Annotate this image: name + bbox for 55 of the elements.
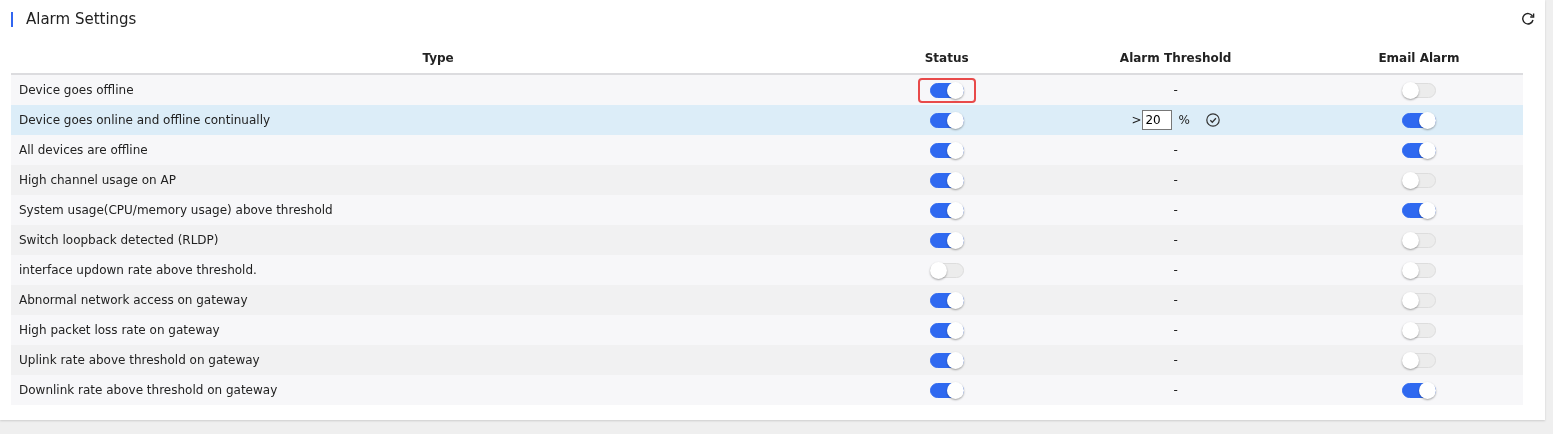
table-row[interactable]: Downlink rate above threshold on gateway - xyxy=(11,375,1523,405)
alarm-type: High packet loss rate on gateway xyxy=(19,323,220,337)
threshold-text: - xyxy=(1173,293,1178,307)
table-row[interactable]: All devices are offline - xyxy=(11,135,1523,165)
threshold-text: - xyxy=(1173,383,1178,397)
column-header: Status xyxy=(924,50,969,65)
threshold-text: - xyxy=(1173,173,1178,187)
alarm-type: All devices are offline xyxy=(19,143,148,157)
threshold-text: - xyxy=(1173,233,1178,247)
alarm-type: Device goes offline xyxy=(19,83,134,97)
unit-label: % xyxy=(1178,113,1190,127)
alarm-type: System usage(CPU/memory usage) above threshold xyxy=(19,203,333,217)
threshold-text: - xyxy=(1173,83,1178,97)
table-row[interactable]: Abnormal network access on gateway - xyxy=(11,285,1523,315)
table-row[interactable]: Device goes online and offline continually > 20 % xyxy=(11,105,1523,135)
column-header: Type xyxy=(422,50,454,65)
table-row[interactable]: System usage(CPU/memory usage) above threshold - xyxy=(11,195,1523,225)
threshold-text: - xyxy=(1173,323,1178,337)
toggle-switch[interactable] xyxy=(929,382,964,398)
confirm-icon[interactable] xyxy=(1205,113,1220,127)
toggle-switch[interactable] xyxy=(929,142,964,158)
alarm-type: Device goes online and offline continually xyxy=(19,113,271,127)
alarm-type: Switch loopback detected (RLDP) xyxy=(19,233,219,247)
table-row[interactable]: Device goes offline - xyxy=(11,75,1523,105)
toggle-switch[interactable] xyxy=(1402,112,1436,128)
column-header: Alarm Threshold xyxy=(1119,50,1232,65)
threshold-text: - xyxy=(1173,143,1178,157)
toggle-switch[interactable] xyxy=(929,232,964,248)
toggle-switch[interactable] xyxy=(1402,202,1436,218)
alarm-type: Downlink rate above threshold on gateway xyxy=(19,383,278,397)
toggle-switch[interactable] xyxy=(929,292,964,308)
alarm-type: High channel usage on AP xyxy=(19,173,176,187)
toggle-switch[interactable] xyxy=(1402,142,1436,158)
threshold-text: - xyxy=(1173,353,1178,367)
threshold-text: - xyxy=(1173,263,1178,277)
table-row[interactable]: Uplink rate above threshold on gateway - xyxy=(11,345,1523,375)
table-row[interactable]: High packet loss rate on gateway - xyxy=(11,315,1523,345)
alarm-type: interface updown rate above threshold. xyxy=(19,263,257,277)
toggle-switch[interactable] xyxy=(929,202,964,218)
alarm-type: Uplink rate above threshold on gateway xyxy=(19,353,260,367)
alarm-type: Abnormal network access on gateway xyxy=(19,293,248,307)
column-header: Email Alarm xyxy=(1378,50,1460,65)
toggle-switch[interactable] xyxy=(929,172,964,188)
refresh-icon[interactable] xyxy=(1521,12,1535,26)
table-row[interactable]: High channel usage on AP - xyxy=(11,165,1523,195)
table-row[interactable]: Switch loopback detected (RLDP) - xyxy=(11,225,1523,255)
toggle-switch[interactable] xyxy=(1402,382,1436,398)
toggle-switch[interactable] xyxy=(929,82,964,98)
threshold-text: - xyxy=(1173,203,1178,217)
toggle-switch[interactable] xyxy=(929,112,964,128)
toggle-switch[interactable] xyxy=(929,322,964,338)
toggle-switch[interactable] xyxy=(929,352,964,368)
threshold-input[interactable]: 20 xyxy=(1142,110,1173,130)
comparison-sign: > xyxy=(1131,113,1142,127)
panel-title: Alarm Settings xyxy=(11,11,137,27)
